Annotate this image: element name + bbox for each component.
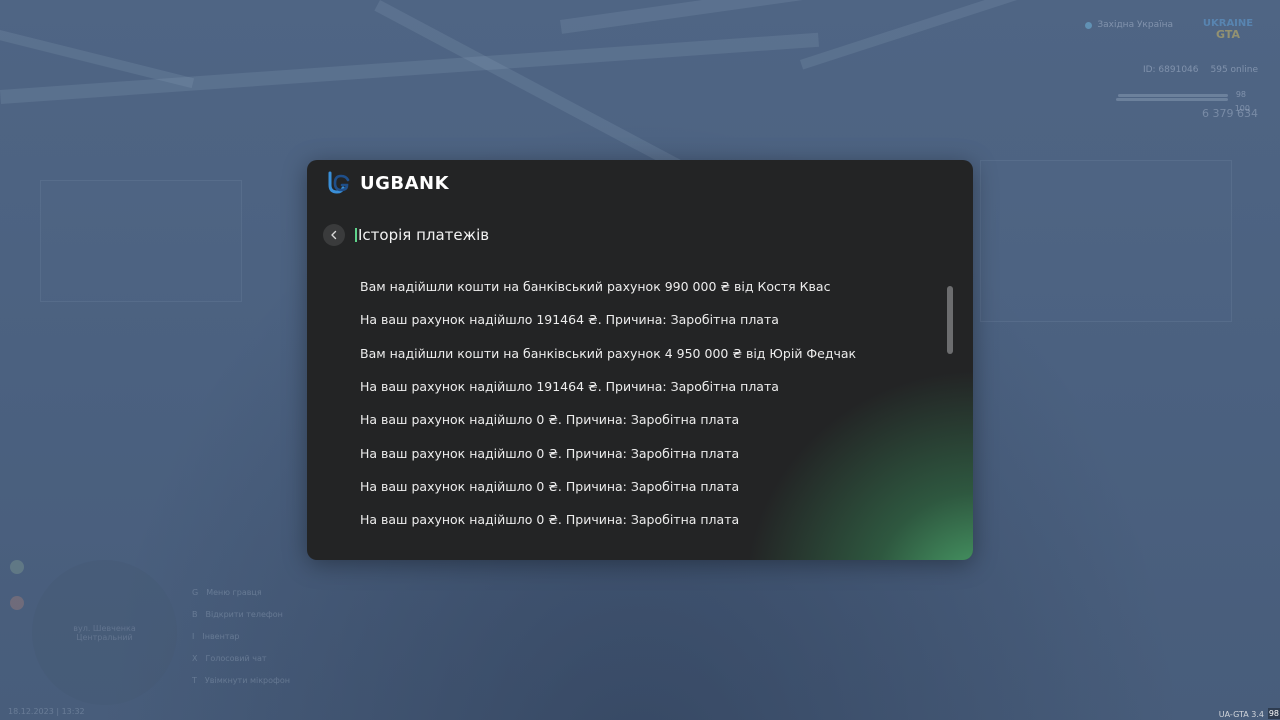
online-count: 595 online xyxy=(1210,65,1259,75)
server-indicator: Західна Україна xyxy=(1085,20,1173,30)
keybind-label: Інвентар xyxy=(202,632,240,641)
bank-window: UGBANK Історія платежів Вам надійшли кош… xyxy=(307,160,973,560)
keybind-label: Увімкнути мікрофон xyxy=(204,676,290,685)
keybind-key: B xyxy=(192,610,198,619)
twitter-icon xyxy=(10,560,24,574)
page-title-text: Історія платежів xyxy=(358,226,490,244)
keybind-label: Меню гравця xyxy=(206,588,262,597)
wall-panel xyxy=(40,180,242,302)
section-header: Історія платежів xyxy=(323,224,489,246)
ugbank-logo-icon xyxy=(327,171,351,195)
keybind-key: X xyxy=(192,654,198,663)
minimap-street: вул. Шевченка xyxy=(73,623,136,633)
keybind-key: G xyxy=(192,588,199,597)
player-info: ID: 6891046 595 online xyxy=(1143,65,1258,75)
keybind-item: X Голосовий чат xyxy=(192,654,290,676)
game-logo-bottom: GTA xyxy=(1216,28,1240,41)
keybind-item: T Увімкнути мікрофон xyxy=(192,676,290,698)
hud-top-right: Західна Україна UKRAINE GTA ID: 6891046 … xyxy=(1058,10,1258,125)
bank-header: UGBANK xyxy=(327,170,449,196)
page-title: Історія платежів xyxy=(355,226,489,244)
player-id: ID: 6891046 xyxy=(1142,65,1199,75)
game-logo: UKRAINE GTA xyxy=(1198,10,1258,48)
keybind-key: I xyxy=(192,632,195,641)
minimap: вул. Шевченка Центральний xyxy=(32,560,177,705)
keybind-key: T xyxy=(192,676,197,685)
game-version: UA-GTA 3.4 xyxy=(1218,710,1264,719)
hud-date: 18.12.2023 | 13:32 xyxy=(8,707,85,716)
armor-bar xyxy=(1116,98,1228,101)
scrollbar-thumb[interactable] xyxy=(947,286,953,354)
health-bar xyxy=(1118,94,1228,97)
money-display: 6 379 634 xyxy=(1202,107,1258,120)
list-item: Вам надійшли кошти на банківський рахуно… xyxy=(360,279,831,295)
chevron-left-icon xyxy=(331,230,337,240)
keybind-label: Голосовий чат xyxy=(205,654,267,663)
list-item: На ваш рахунок надійшло 0 ₴. Причина: За… xyxy=(360,512,740,528)
server-status-dot xyxy=(1085,21,1093,29)
list-item: На ваш рахунок надійшло 0 ₴. Причина: За… xyxy=(360,412,740,428)
keybind-item: G Меню гравця xyxy=(192,588,290,610)
wall-panel xyxy=(980,160,1232,322)
list-item: На ваш рахунок надійшло 0 ₴. Причина: За… xyxy=(360,445,740,461)
back-button[interactable] xyxy=(323,224,345,246)
hud-keybind-menu: G Меню гравця B Відкрити телефон I Інвентар… xyxy=(192,588,290,698)
server-name: Західна Україна xyxy=(1097,20,1173,30)
health-value: 98 xyxy=(1235,90,1246,99)
title-accent-bar xyxy=(355,228,357,242)
status-icon xyxy=(10,596,24,610)
list-item: На ваш рахунок надійшло 191464 ₴. Причин… xyxy=(360,312,779,328)
keybind-item: B Відкрити телефон xyxy=(192,610,290,632)
list-item: Вам надійшли кошти на банківський рахуно… xyxy=(360,345,857,361)
list-item: На ваш рахунок надійшло 0 ₴. Причина: За… xyxy=(360,478,740,494)
money-value: 6 379 634 xyxy=(1202,107,1258,120)
transaction-list[interactable]: Вам надійшли кошти на банківський рахуно… xyxy=(360,270,920,536)
bank-title: UGBANK xyxy=(360,172,450,194)
ceiling-beam xyxy=(0,30,195,89)
minimap-district: Центральний xyxy=(76,632,133,642)
list-item: На ваш рахунок надійшло 191464 ₴. Причин… xyxy=(360,379,779,395)
fps-counter: 98 xyxy=(1267,708,1280,719)
keybind-label: Відкрити телефон xyxy=(205,610,283,619)
keybind-item: I Інвентар xyxy=(192,632,290,654)
